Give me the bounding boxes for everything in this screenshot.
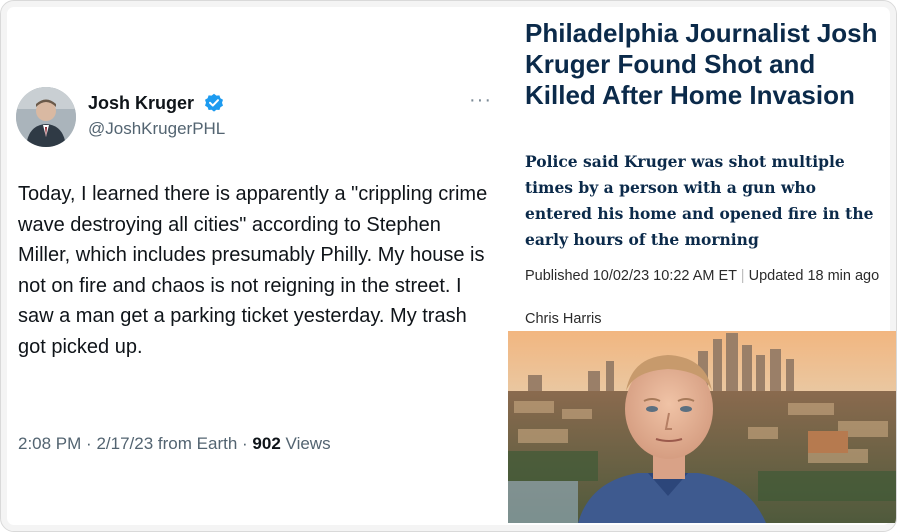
screenshot-frame: Josh Kruger @JoshKrugerPHL ··· Today, I …: [0, 0, 897, 532]
article-dek: Police said Kruger was shot multiple tim…: [525, 152, 874, 249]
meta-separator: ·: [86, 434, 92, 453]
tweet-source: from Earth: [157, 434, 238, 453]
more-options-icon[interactable]: ···: [469, 89, 492, 112]
article-headline[interactable]: Philadelphia Journalist Josh Kruger Foun…: [525, 18, 885, 111]
meta-separator: ·: [242, 434, 248, 453]
updated-timestamp: Updated 18 min ago: [748, 268, 880, 284]
tweet-date[interactable]: 2/17/23: [96, 434, 153, 453]
news-article: Philadelphia Journalist Josh Kruger Foun…: [506, 1, 896, 531]
tweet-card: Josh Kruger @JoshKrugerPHL ··· Today, I …: [1, 1, 506, 531]
views-label: Views: [285, 434, 331, 453]
views-count: 902: [252, 434, 281, 453]
published-timestamp: Published 10/02/23 10:22 AM ET: [525, 268, 737, 284]
author-name[interactable]: Josh Kruger: [88, 93, 194, 114]
timestamp-separator: |: [740, 268, 745, 284]
article-photo: [508, 331, 896, 523]
tweet-meta: 2:08 PM · 2/17/23 from Earth · 902 Views: [18, 434, 331, 454]
author-handle[interactable]: @JoshKrugerPHL: [88, 119, 225, 139]
tweet-text: Today, I learned there is apparently a "…: [18, 183, 488, 358]
verified-badge-icon: [204, 93, 224, 113]
article-byline[interactable]: Chris Harris: [525, 311, 602, 327]
avatar[interactable]: [16, 87, 76, 147]
tweet-time[interactable]: 2:08 PM: [18, 434, 81, 453]
publish-info: Published 10/02/23 10:22 AM ET | Updated…: [525, 265, 880, 287]
